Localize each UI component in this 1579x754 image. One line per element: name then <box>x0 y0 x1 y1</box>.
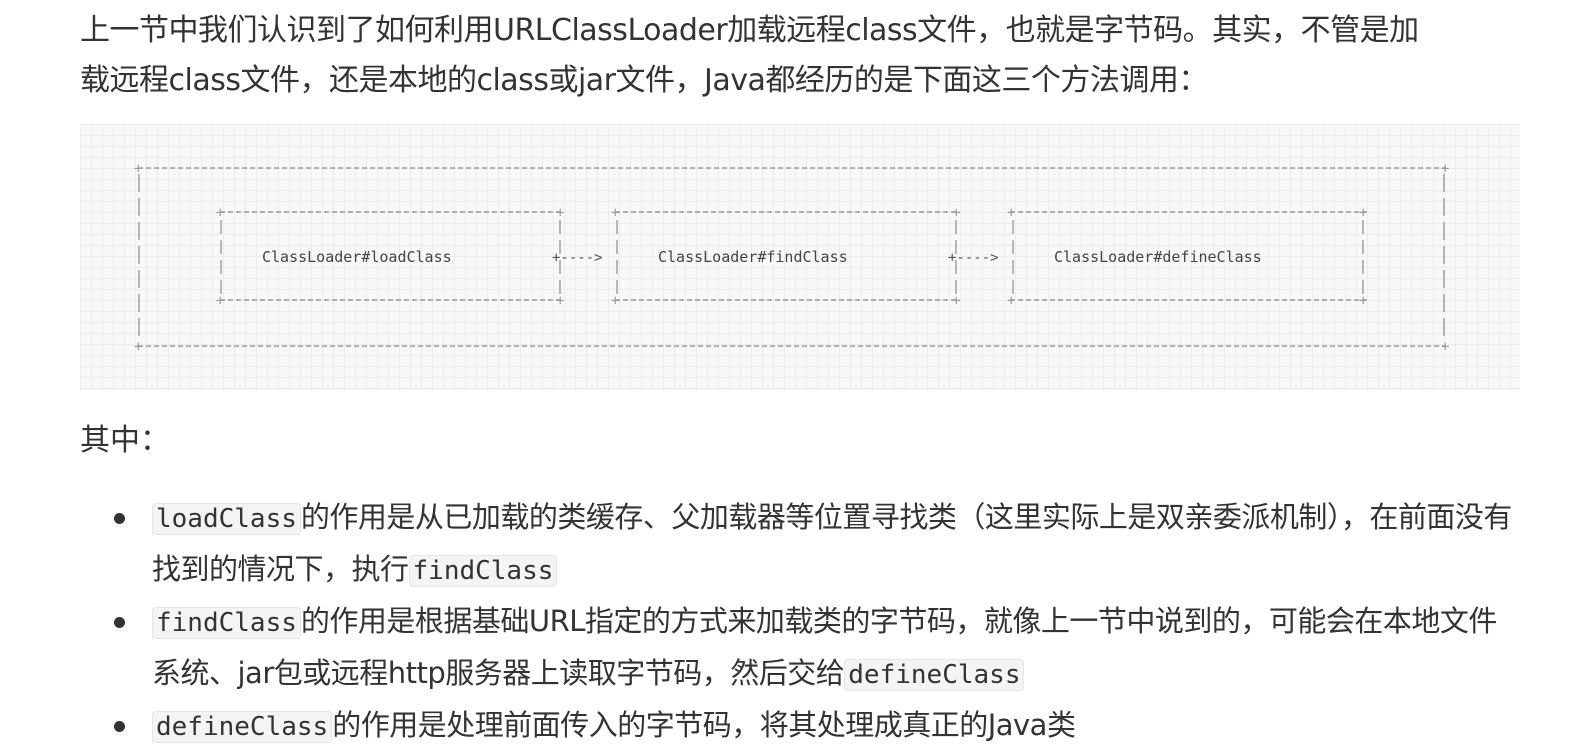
inline-code: findClass <box>408 555 558 587</box>
box-findclass: + + + + ClassLoader#findClass <box>611 205 960 309</box>
box-label-defineclass: ClassLoader#defineClass <box>1054 248 1262 266</box>
outer-corner-bl: + <box>134 339 142 355</box>
svg-text:+: + <box>1359 293 1367 309</box>
svg-text:+: + <box>611 293 619 309</box>
svg-text:+: + <box>1359 205 1367 221</box>
svg-text:+: + <box>1007 205 1015 221</box>
svg-text:+: + <box>952 205 960 221</box>
box-defineclass: + + + + ClassLoader#defineClass <box>1007 205 1368 309</box>
svg-text:+: + <box>611 205 619 221</box>
svg-text:+: + <box>216 205 224 221</box>
diagram-svg: + + + + + + + + ClassLoader#loadClass +-… <box>134 161 1449 355</box>
subheading: 其中： <box>80 423 170 458</box>
inline-code: defineClass <box>844 659 1025 691</box>
svg-text:+: + <box>1007 293 1015 309</box>
outer-corner-br: + <box>1441 339 1449 355</box>
box-label-findclass: ClassLoader#findClass <box>658 248 848 266</box>
list-item: loadClass 的作用是从已加载的类缓存、父加载器等位置寻找类（这里实际上是双… <box>80 492 1520 596</box>
svg-text:+: + <box>556 205 564 221</box>
list-item: findClass 的作用是根据基础URL指定的方式来加载类的字节码，就像上一节中… <box>80 596 1520 700</box>
ascii-flow-diagram: + + + + + + + + ClassLoader#loadClass +-… <box>80 124 1520 390</box>
arrow-2: +----> <box>948 250 999 266</box>
inline-code: loadClass <box>152 503 301 535</box>
box-loadclass: + + + + ClassLoader#loadClass <box>216 205 564 309</box>
svg-text:+: + <box>556 293 564 309</box>
svg-text:+: + <box>952 293 960 309</box>
outer-corner-tr: + <box>1441 161 1449 177</box>
intro-line-2: 载远程class文件，还是本地的class或jar文件，Java都经历的是下面这… <box>80 63 1208 98</box>
outer-corner-tl: + <box>134 161 142 177</box>
list-item: defineClass 的作用是处理前面传入的字节码，将其处理成真正的Java类 <box>80 700 1520 752</box>
list-item-text: 的作用是根据基础URL指定的方式来加载类的字节码，就像上一节中说到的，可能会在本… <box>152 604 1497 690</box>
intro-line-1: 上一节中我们认识到了如何利用URLClassLoader加载远程class文件，… <box>80 13 1419 48</box>
svg-text:+: + <box>216 293 224 309</box>
inline-code: findClass <box>152 607 301 639</box>
list-item-text: 的作用是处理前面传入的字节码，将其处理成真正的Java类 <box>332 708 1076 742</box>
bullet-list: loadClass 的作用是从已加载的类缓存、父加载器等位置寻找类（这里实际上是双… <box>80 492 1520 752</box>
list-item-text: 的作用是从已加载的类缓存、父加载器等位置寻找类（这里实际上是双亲委派机制），在前… <box>152 500 1512 586</box>
inline-code: defineClass <box>152 711 333 743</box>
arrow-1: +----> <box>552 250 603 266</box>
intro-paragraph: 上一节中我们认识到了如何利用URLClassLoader加载远程class文件，… <box>80 6 1520 106</box>
box-label-loadclass: ClassLoader#loadClass <box>262 248 452 266</box>
